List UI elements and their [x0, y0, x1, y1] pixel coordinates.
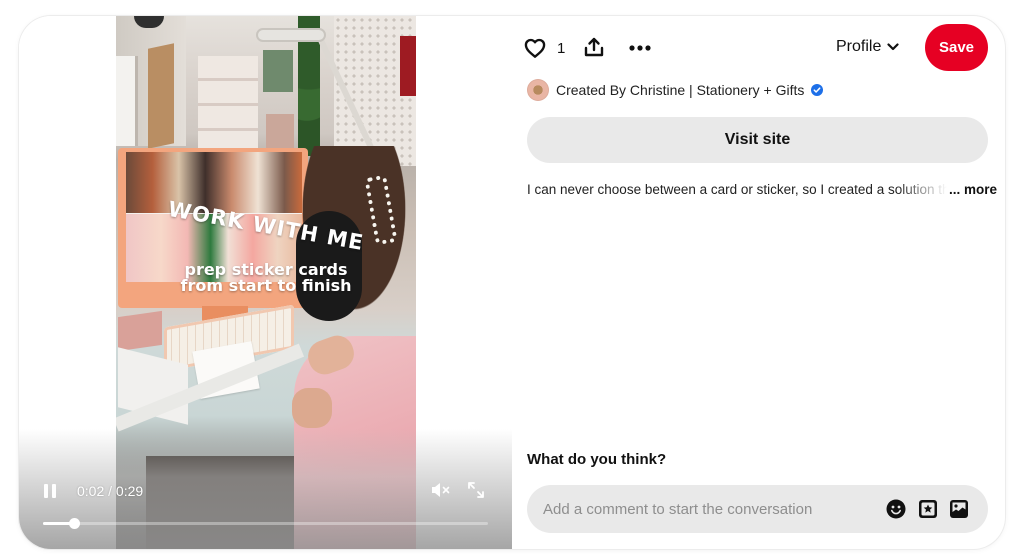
video-scene-card-rack — [198, 56, 258, 152]
share-button[interactable] — [582, 35, 606, 59]
description-text: I can never choose between a card or sti… — [527, 182, 947, 197]
comment-input[interactable] — [543, 485, 873, 533]
pause-icon — [44, 484, 48, 498]
like-button[interactable] — [523, 36, 547, 60]
video-progress-handle[interactable] — [68, 518, 80, 529]
mute-button[interactable] — [431, 482, 451, 498]
current-time: 0:02 — [77, 483, 105, 499]
comments-heading: What do you think? — [527, 451, 667, 468]
visit-site-button[interactable]: Visit site — [527, 117, 988, 163]
pin-description: I can never choose between a card or sti… — [527, 182, 997, 202]
pause-icon-bar — [52, 484, 56, 498]
comment-composer — [527, 485, 988, 533]
emoji-button[interactable] — [886, 499, 906, 519]
like-count: 1 — [557, 40, 566, 57]
board-select-label: Profile — [836, 38, 882, 55]
video-scene-hand-2 — [292, 388, 332, 428]
creator-name[interactable]: Created By Christine | Stationery + Gift… — [556, 82, 804, 98]
video-time-display: 0:02 / 0:29 — [77, 483, 143, 499]
image-icon — [950, 500, 968, 518]
video-scene-door — [148, 43, 174, 149]
board-select-dropdown[interactable]: Profile — [836, 38, 899, 56]
share-upload-icon — [584, 37, 604, 57]
sticker-button[interactable] — [918, 499, 938, 519]
video-scene-notebook — [118, 310, 162, 352]
creator-info[interactable]: Created By Christine | Stationery + Gift… — [527, 79, 824, 101]
time-separator: / — [104, 483, 116, 499]
chevron-down-icon — [887, 43, 899, 51]
video-player[interactable]: WORK WITH ME prep sticker cards from sta… — [19, 16, 512, 549]
video-overlay-caption-line2: from start to finish — [180, 276, 352, 295]
duration: 0:29 — [115, 483, 144, 499]
video-scene-poster — [263, 50, 293, 92]
more-options-button[interactable] — [626, 36, 654, 60]
pin-details: 1 Profile Save Created By Christine | St… — [512, 16, 1005, 549]
fullscreen-button[interactable] — [467, 481, 485, 499]
verified-badge-icon — [811, 84, 824, 96]
video-scene-window — [116, 56, 138, 146]
heart-icon — [524, 38, 546, 58]
video-scene-red-box — [400, 36, 416, 96]
pin-card: WORK WITH ME prep sticker cards from sta… — [19, 16, 1005, 549]
creator-avatar[interactable] — [527, 79, 549, 101]
sticker-icon — [919, 500, 937, 518]
video-progress-bar[interactable] — [43, 518, 488, 529]
emoji-icon — [886, 499, 906, 519]
image-upload-button[interactable] — [949, 499, 969, 519]
ellipsis-icon — [629, 45, 651, 51]
description-more-link[interactable]: ... more — [949, 182, 997, 197]
action-bar: 1 Profile Save — [512, 16, 1005, 80]
save-button[interactable]: Save — [925, 24, 988, 71]
video-scene-desk-lamp — [256, 28, 326, 42]
volume-muted-icon — [432, 483, 450, 497]
expand-icon — [468, 482, 484, 498]
pause-button[interactable] — [44, 484, 56, 498]
